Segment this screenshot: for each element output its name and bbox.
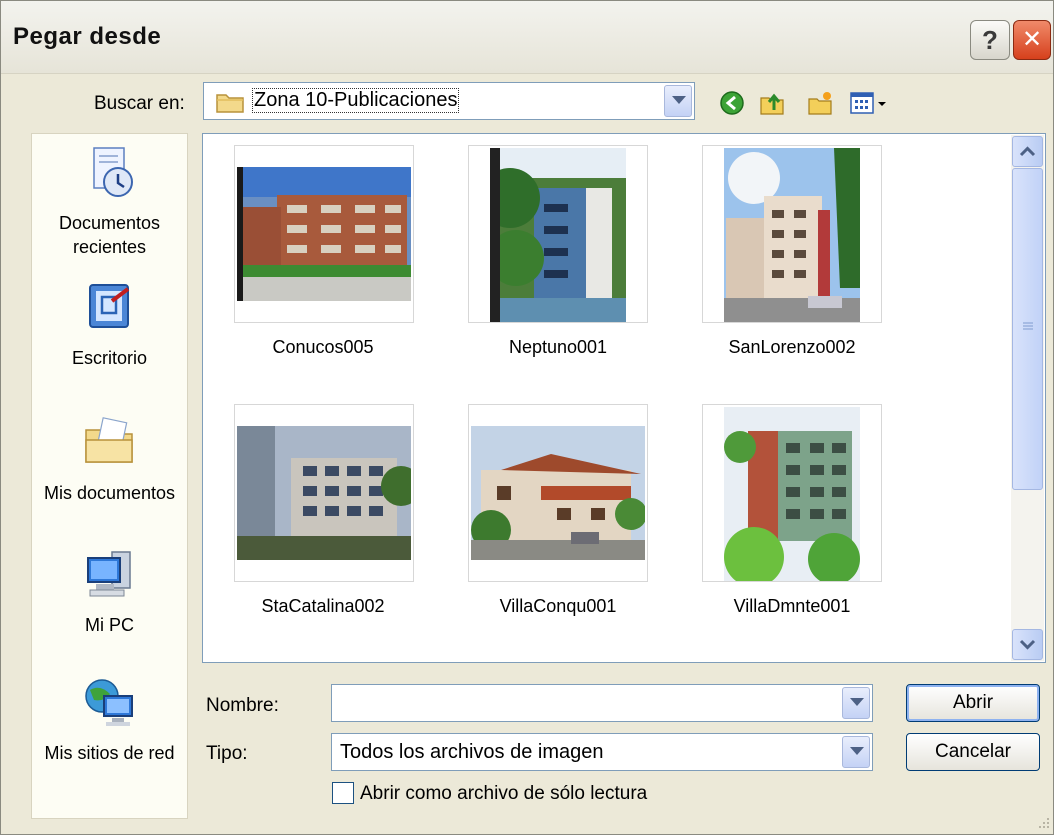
look-in-dropdown[interactable]: Zona 10-Publicaciones — [203, 82, 695, 120]
building-photo — [490, 148, 626, 322]
vertical-scrollbar[interactable] — [1011, 135, 1044, 661]
place-recent-documents[interactable]: Documentos recientes — [32, 144, 187, 259]
chevron-down-icon — [1019, 639, 1036, 650]
file-name[interactable]: SanLorenzo002 — [682, 337, 902, 358]
place-network[interactable]: Mis sitios de red — [32, 674, 187, 765]
up-folder-icon[interactable] — [759, 90, 785, 116]
help-button[interactable]: ? — [970, 20, 1010, 60]
file-name[interactable]: VillaConqu001 — [448, 596, 668, 617]
file-thumbnail[interactable] — [702, 145, 882, 323]
building-photo — [724, 148, 860, 322]
readonly-label[interactable]: Abrir como archivo de sólo lectura — [360, 783, 647, 805]
grip-icon — [1023, 322, 1033, 330]
place-label: Mis documentos — [43, 483, 176, 503]
place-label: Mi PC — [85, 615, 134, 635]
place-my-computer[interactable]: Mi PC — [32, 546, 187, 637]
scroll-thumb[interactable] — [1012, 168, 1043, 490]
open-button[interactable]: Abrir — [906, 684, 1040, 722]
folder-icon — [216, 94, 244, 113]
dialog-title: Pegar desde — [13, 23, 162, 50]
place-desktop[interactable]: Escritorio — [32, 279, 187, 370]
file-name[interactable]: Neptuno001 — [448, 337, 668, 358]
resize-grip-icon[interactable] — [1033, 814, 1051, 832]
chevron-up-icon — [1019, 146, 1036, 157]
file-name[interactable]: VillaDmnte001 — [682, 596, 902, 617]
new-folder-icon[interactable] — [807, 90, 833, 116]
file-name[interactable]: StaCatalina002 — [213, 596, 433, 617]
building-photo — [237, 426, 411, 560]
cancel-button[interactable]: Cancelar — [906, 733, 1040, 771]
recent-documents-icon — [92, 147, 133, 197]
file-thumbnail[interactable] — [234, 404, 414, 582]
file-name-field[interactable] — [331, 684, 873, 722]
building-photo — [724, 407, 860, 581]
file-thumbnail[interactable] — [468, 145, 648, 323]
scroll-down-button[interactable] — [1012, 629, 1043, 660]
title-bar[interactable]: Pegar desde ? ✕ — [1, 1, 1053, 74]
building-photo — [471, 426, 645, 560]
readonly-checkbox[interactable] — [332, 782, 354, 804]
chevron-down-icon[interactable] — [664, 85, 692, 117]
look-in-value: Zona 10-Publicaciones — [252, 88, 460, 113]
open-dialog: Pegar desde ? ✕ Buscar en: Zona 10-Publi… — [0, 0, 1054, 835]
my-documents-icon — [84, 417, 133, 463]
file-name-label: Nombre: — [206, 695, 279, 716]
chevron-down-icon[interactable] — [842, 687, 870, 719]
desktop-icon — [88, 284, 129, 328]
place-label: Documentos recientes — [58, 213, 161, 257]
close-button[interactable]: ✕ — [1013, 20, 1051, 60]
file-thumbnail[interactable] — [468, 404, 648, 582]
file-thumbnail[interactable] — [234, 145, 414, 323]
places-bar: Documentos recientes Escritorio Mis docu… — [31, 133, 188, 819]
file-type-value: Todos los archivos de imagen — [340, 741, 604, 763]
network-places-icon — [84, 679, 133, 726]
file-thumbnail[interactable] — [702, 404, 882, 582]
file-type-dropdown[interactable]: Todos los archivos de imagen — [331, 733, 873, 771]
file-type-label: Tipo: — [206, 743, 248, 764]
file-name[interactable]: Conucos005 — [213, 337, 433, 358]
scroll-up-button[interactable] — [1012, 136, 1043, 167]
look-in-label: Buscar en: — [94, 93, 185, 114]
back-icon[interactable] — [719, 90, 745, 116]
place-label: Escritorio — [71, 348, 147, 368]
place-label: Mis sitios de red — [44, 743, 175, 763]
my-computer-icon — [86, 551, 131, 597]
building-photo — [237, 167, 411, 301]
views-menu-icon[interactable] — [849, 90, 889, 116]
chevron-down-icon[interactable] — [842, 736, 870, 768]
place-my-documents[interactable]: Mis documentos — [32, 414, 187, 505]
file-view[interactable]: Conucos005 Neptuno001 SanLorenzo002 StaC… — [202, 133, 1046, 663]
